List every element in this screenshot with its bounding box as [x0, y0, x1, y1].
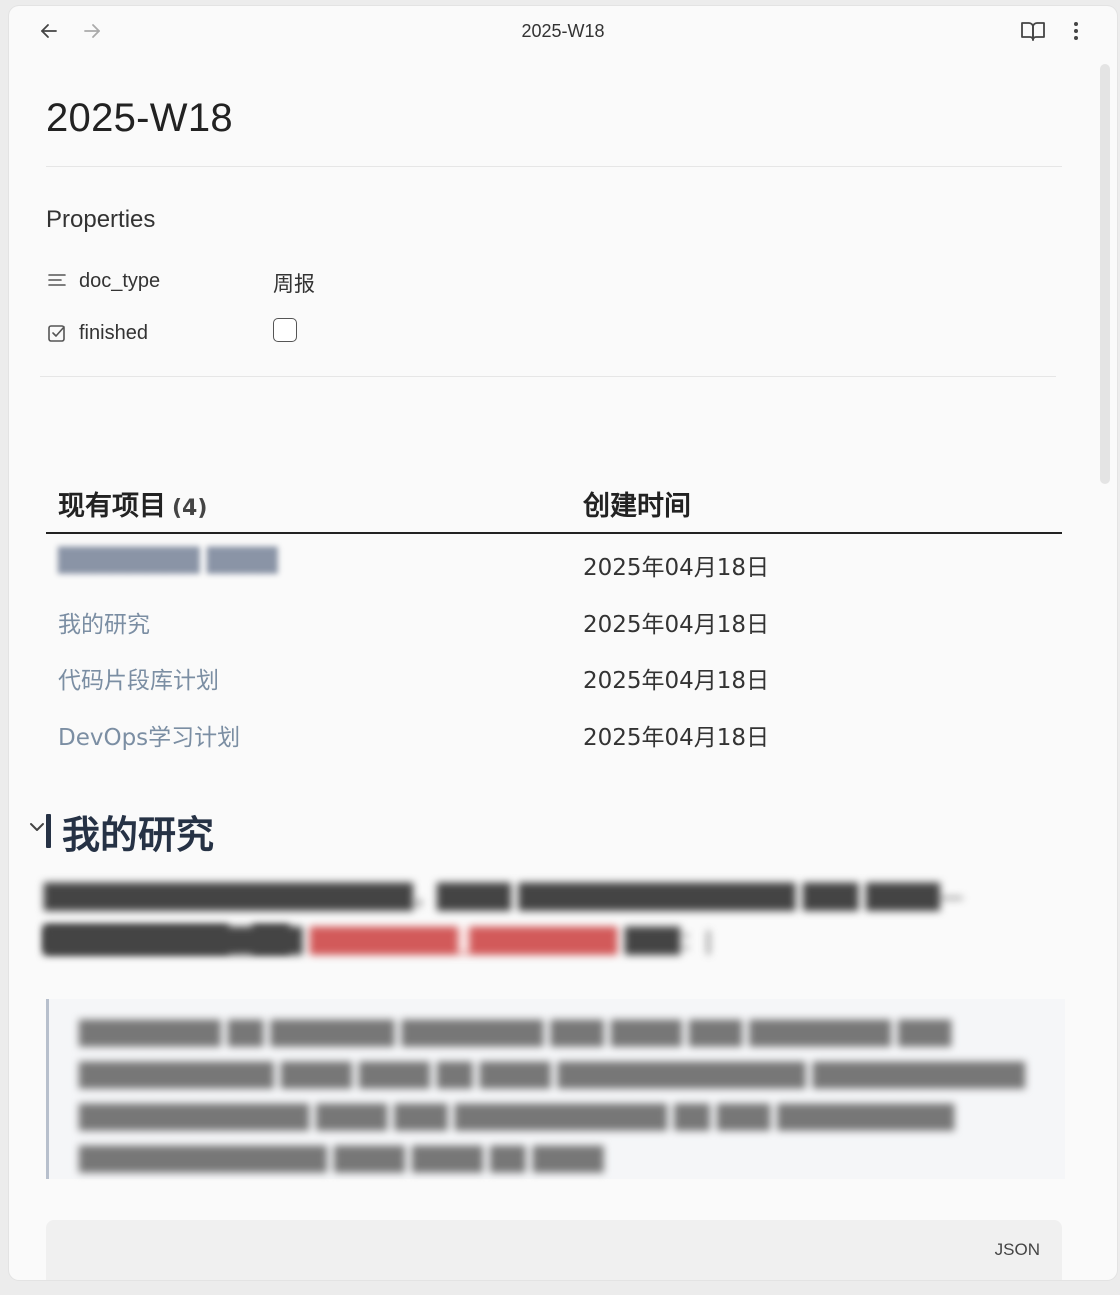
page-title[interactable]: 2025-W18 — [46, 96, 233, 141]
created-date: 2025年04月18日 — [583, 555, 770, 581]
table-row: 代码片段库计划 2025年04月18日 — [46, 649, 1062, 705]
column-label: 现有项目 — [58, 491, 166, 522]
table-row: ████████ ████ 2025年04月18日 — [46, 536, 1062, 592]
book-open-icon — [1021, 22, 1045, 41]
heading-accent-bar — [46, 814, 51, 848]
note-window: 2025-W18 2025-W18 Properties doc_type 周报… — [9, 6, 1117, 1280]
created-date: 2025年04月18日 — [583, 725, 770, 751]
created-date: 2025年04月18日 — [583, 668, 770, 694]
more-vertical-icon — [1074, 22, 1078, 40]
table-row: 我的研究 2025年04月18日 — [46, 593, 1062, 649]
fold-heading-button[interactable] — [28, 814, 46, 838]
more-options-button[interactable] — [1066, 19, 1086, 43]
paragraph-text: ███：| — [625, 927, 713, 955]
property-key: doc_type — [79, 270, 161, 292]
section-heading[interactable]: 我的研究 — [62, 804, 214, 859]
view-header: 2025-W18 — [9, 6, 1117, 56]
created-date: 2025年04月18日 — [583, 612, 770, 638]
table-row: DevOps学习计划 2025年04月18日 — [46, 706, 1062, 762]
property-key: finished — [79, 322, 148, 344]
chevron-down-icon — [30, 823, 44, 831]
finished-checkbox[interactable] — [273, 318, 297, 342]
properties-divider — [40, 376, 1056, 377]
view-title[interactable]: 2025-W18 — [9, 21, 1117, 42]
blockquote-text: ████████ ██ ███████ ████████ ███ ████ ██… — [79, 1021, 1025, 1173]
paragraph-text: ██████████████ — [44, 927, 303, 955]
text-lines-icon — [48, 274, 66, 286]
reading-view-button[interactable] — [1020, 19, 1046, 43]
paragraph-line[interactable]: ██████████████ ████████_████████ ███：| — [44, 920, 1054, 962]
property-finished[interactable]: finished — [46, 314, 546, 354]
column-header-projects[interactable]: 现有项目 (4) — [58, 484, 207, 523]
project-link[interactable]: ████████ ████ — [58, 548, 278, 574]
column-header-created[interactable]: 创建时间 — [583, 484, 691, 523]
blockquote[interactable]: ████████ ██ ███████ ████████ ███ ████ ██… — [46, 999, 1065, 1179]
checkbox-icon — [48, 325, 65, 342]
table-header: 现有项目 (4) 创建时间 — [46, 476, 1062, 534]
inline-code: ████████_████████ — [310, 927, 618, 955]
properties-heading[interactable]: Properties — [46, 206, 155, 234]
project-link[interactable]: 代码片段库计划 — [58, 661, 219, 695]
title-divider — [46, 166, 1062, 167]
row-count: (4) — [172, 496, 208, 521]
property-value[interactable]: 周报 — [273, 268, 315, 298]
code-language-label: JSON — [994, 1240, 1040, 1259]
project-link[interactable]: DevOps学习计划 — [58, 718, 240, 752]
property-doc-type[interactable]: doc_type 周报 — [46, 262, 546, 302]
scrollbar[interactable] — [1100, 64, 1110, 484]
project-link[interactable]: 我的研究 — [58, 605, 150, 639]
code-block[interactable]: JSON — [46, 1220, 1062, 1280]
